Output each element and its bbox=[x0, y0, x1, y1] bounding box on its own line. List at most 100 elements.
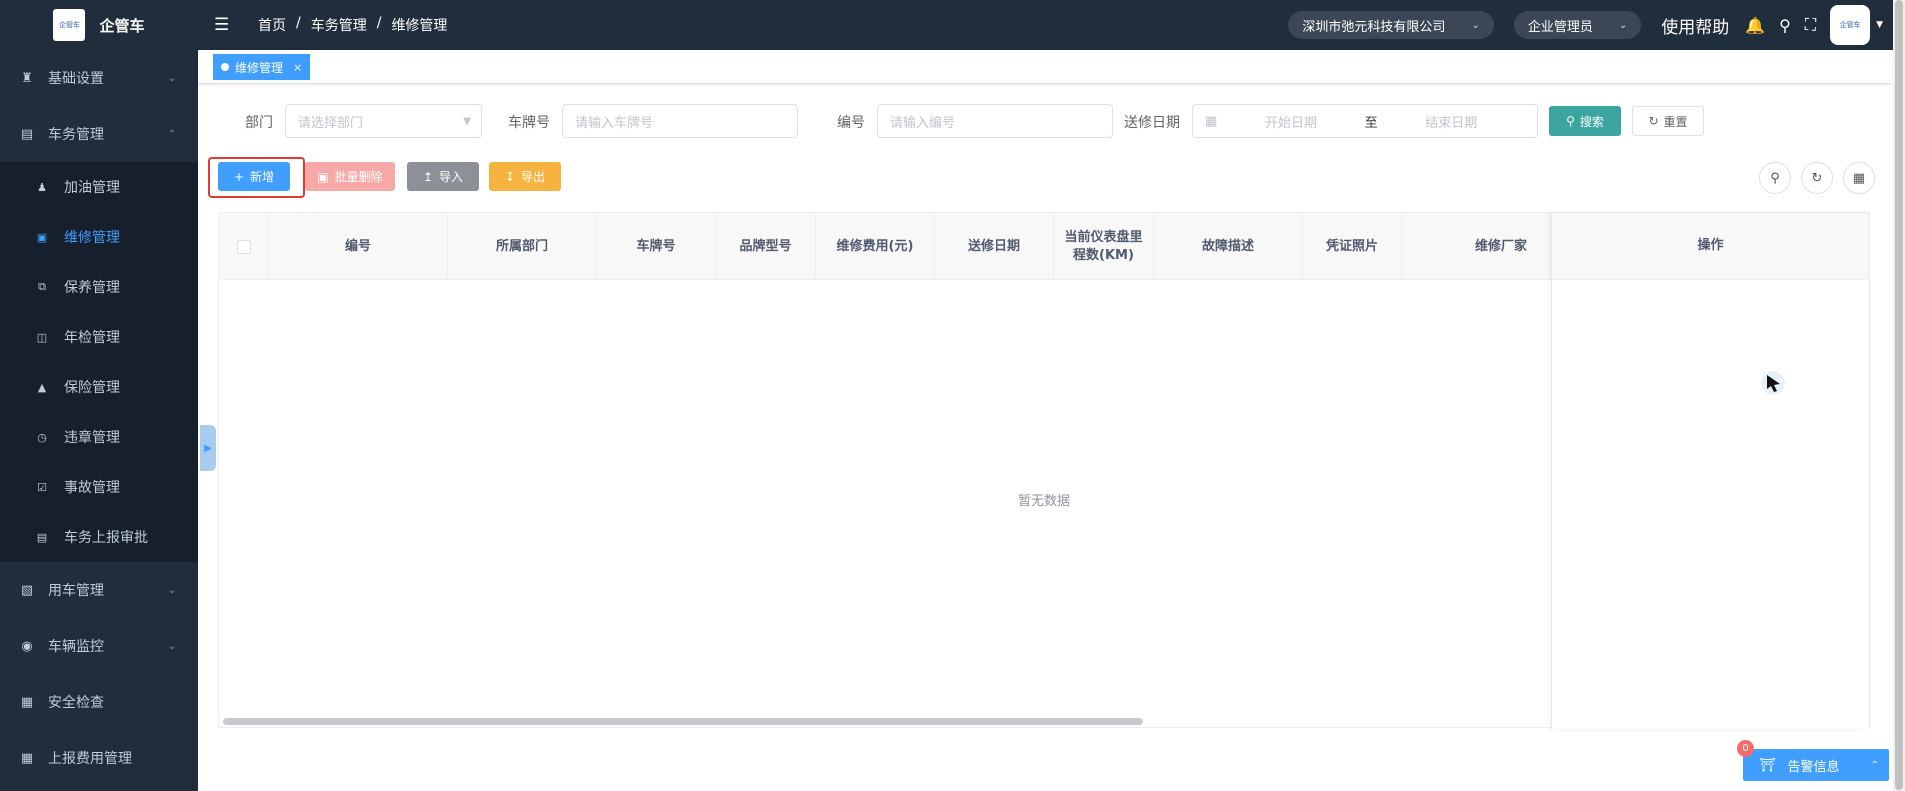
drawer-toggle[interactable]: ▶ bbox=[200, 425, 216, 471]
caret-down-icon[interactable]: ▼ bbox=[1876, 20, 1883, 30]
user-group-icon: ♜ bbox=[21, 70, 33, 86]
code-label: 编号 bbox=[837, 115, 865, 131]
sidebar-item-accident[interactable]: ☑ 事故管理 bbox=[0, 462, 198, 512]
column-header-code[interactable]: 编号 bbox=[269, 213, 448, 280]
start-date-placeholder[interactable]: 开始日期 bbox=[1265, 112, 1317, 131]
toggle-search-button[interactable]: ⚲ bbox=[1759, 162, 1791, 194]
code-input[interactable]: 请输入编号 bbox=[877, 104, 1113, 138]
help-link[interactable]: 使用帮助 bbox=[1661, 13, 1729, 38]
sidebar-item-maintenance[interactable]: ⧉ 保养管理 bbox=[0, 262, 198, 312]
topbar-right: 深圳市弛元科技有限公司 ⌄ 企业管理员 ⌄ 使用帮助 🔔 ⚲ ⛶ 企管车 ▼ bbox=[1288, 5, 1905, 45]
breadcrumb-current: 维修管理 bbox=[391, 18, 448, 34]
checkbox-icon: ☑ bbox=[37, 480, 47, 494]
import-button-label: 导入 bbox=[439, 170, 464, 184]
search-button[interactable]: ⚲ 搜索 bbox=[1549, 106, 1621, 136]
trash-icon: ▣ bbox=[317, 169, 329, 184]
chevron-down-icon: ⌄ bbox=[167, 584, 176, 596]
column-header-brand[interactable]: 品牌型号 bbox=[716, 213, 816, 280]
breadcrumb-vehicle-affairs[interactable]: 车务管理 bbox=[311, 15, 367, 35]
code-input-placeholder: 请输入编号 bbox=[890, 115, 956, 131]
column-header-plate[interactable]: 车牌号 bbox=[597, 213, 716, 280]
chevron-down-icon: ⌄ bbox=[1618, 19, 1628, 31]
sidebar-item-repair[interactable]: ▣ 维修管理 bbox=[0, 212, 198, 262]
sidebar-item-vehicle-monitor[interactable]: ◉ 车辆监控 ⌄ bbox=[0, 618, 198, 674]
select-all-checkbox[interactable] bbox=[236, 239, 251, 254]
sidebar-item-annual-inspection[interactable]: ◫ 年检管理 bbox=[0, 312, 198, 362]
column-header-photo[interactable]: 凭证照片 bbox=[1303, 213, 1402, 280]
sidebar-item-vehicle-affairs[interactable]: ▤ 车务管理 ⌃ bbox=[0, 106, 198, 162]
column-header-fault[interactable]: 故障描述 bbox=[1154, 213, 1303, 280]
search-icon[interactable]: ⚲ bbox=[1779, 16, 1791, 35]
avatar[interactable]: 企管车 bbox=[1830, 5, 1871, 45]
tag-repair-management[interactable]: 维修管理 × bbox=[213, 54, 311, 80]
sidebar: 企管车 企管车 ♜ 基础设置 ⌄ ▤ 车务管理 ⌃ ♟ 加油管理 ▣ 维修管理 … bbox=[0, 0, 198, 791]
sidebar-item-refuel[interactable]: ♟ 加油管理 bbox=[0, 162, 198, 212]
alarm-widget[interactable]: 0 ⛩ 告警信息 ⌃ bbox=[1737, 740, 1889, 781]
column-header-dept[interactable]: 所属部门 bbox=[448, 213, 597, 280]
chevron-down-icon: ▼ bbox=[463, 115, 471, 127]
mouse-cursor-icon bbox=[1761, 371, 1785, 395]
vertical-scrollbar[interactable] bbox=[1893, 0, 1905, 791]
column-header-factory[interactable]: 维修厂家 bbox=[1402, 213, 1553, 280]
sidebar-item-label: 保养管理 bbox=[64, 280, 120, 296]
breadcrumb-home[interactable]: 首页 bbox=[258, 15, 286, 35]
car-book-icon: ▧ bbox=[20, 582, 34, 598]
plate-input[interactable]: 请输入车牌号 bbox=[562, 104, 798, 138]
sidebar-menu: ♜ 基础设置 ⌄ ▤ 车务管理 ⌃ ♟ 加油管理 ▣ 维修管理 ⧉ 保养管理 ◫ bbox=[0, 50, 198, 786]
bell-icon[interactable]: 🔔 bbox=[1745, 16, 1765, 35]
select-all-cell bbox=[219, 213, 269, 280]
plate-input-placeholder: 请输入车牌号 bbox=[575, 115, 654, 131]
search-button-label: 搜索 bbox=[1579, 114, 1604, 129]
action-column: 操作 bbox=[1551, 213, 1869, 729]
reset-button[interactable]: ↻ 重置 bbox=[1632, 106, 1704, 136]
hamburger-icon[interactable]: ☰ bbox=[214, 15, 238, 35]
globe-icon: ◉ bbox=[21, 638, 33, 654]
data-table: 编号 所属部门 车牌号 品牌型号 维修费用(元) 送修日期 当前仪表盘里程数(K… bbox=[218, 212, 1870, 729]
column-header-mileage[interactable]: 当前仪表盘里程数(KM) bbox=[1054, 213, 1154, 280]
sidebar-item-label: 用车管理 bbox=[48, 583, 104, 599]
search-icon: ⚲ bbox=[1770, 170, 1780, 186]
refresh-button[interactable]: ↻ bbox=[1801, 162, 1833, 194]
play-icon: ▶ bbox=[204, 442, 212, 454]
batch-delete-button[interactable]: ▣ 批量删除 bbox=[305, 162, 395, 191]
repair-date-range[interactable]: ▦ 开始日期 至 结束日期 bbox=[1192, 104, 1538, 138]
range-separator: 至 bbox=[1364, 115, 1378, 131]
column-header-repair-date[interactable]: 送修日期 bbox=[935, 213, 1054, 280]
sidebar-item-violation[interactable]: ◷ 违章管理 bbox=[0, 412, 198, 462]
sidebar-item-report-approval[interactable]: ▤ 车务上报审批 bbox=[0, 512, 198, 562]
dept-select[interactable]: 请选择部门 ▼ bbox=[285, 104, 482, 138]
end-date-placeholder[interactable]: 结束日期 bbox=[1425, 112, 1477, 131]
sidebar-item-safety-check[interactable]: ▦ 安全检查 bbox=[0, 674, 198, 730]
sidebar-item-label: 事故管理 bbox=[64, 480, 120, 496]
sidebar-item-expense-report[interactable]: ▦ 上报费用管理 bbox=[0, 730, 198, 786]
import-button[interactable]: ↥ 导入 bbox=[407, 162, 479, 191]
fullscreen-icon[interactable]: ⛶ bbox=[1805, 15, 1816, 35]
sidebar-item-insurance[interactable]: ▲ 保险管理 bbox=[0, 362, 198, 412]
alarm-count-badge: 0 bbox=[1737, 740, 1754, 757]
alarm-label: 告警信息 bbox=[1787, 759, 1840, 775]
sidebar-item-basic-settings[interactable]: ♜ 基础设置 ⌄ bbox=[0, 50, 198, 106]
columns-button[interactable]: ▦ bbox=[1843, 162, 1875, 194]
sidebar-item-vehicle-use[interactable]: ▧ 用车管理 ⌄ bbox=[0, 562, 198, 618]
highlight-box bbox=[208, 157, 305, 198]
tag-label: 维修管理 bbox=[235, 60, 284, 75]
toolbar: + 新增 ▣ 批量删除 ↥ 导入 ↧ 导出 ⚲ ↻ ▦ bbox=[198, 162, 1891, 194]
breadcrumb: 首页 / 车务管理 / 维修管理 bbox=[258, 15, 447, 35]
company-select[interactable]: 深圳市弛元科技有限公司 ⌄ bbox=[1288, 11, 1494, 39]
upload-icon: ↥ bbox=[422, 169, 434, 184]
scrollbar-thumb[interactable] bbox=[1895, 0, 1903, 790]
export-button[interactable]: ↧ 导出 bbox=[489, 162, 561, 191]
role-select[interactable]: 企业管理员 ⌄ bbox=[1513, 11, 1642, 39]
breadcrumb-separator: / bbox=[296, 15, 301, 31]
tags-view: 维修管理 × bbox=[198, 50, 1891, 84]
chevron-down-icon: ⌄ bbox=[167, 640, 176, 652]
horizontal-scrollbar[interactable] bbox=[223, 718, 1143, 725]
close-icon[interactable]: × bbox=[293, 61, 302, 74]
column-header-cost[interactable]: 维修费用(元) bbox=[816, 213, 935, 280]
export-button-label: 导出 bbox=[521, 170, 546, 184]
download-icon: ↧ bbox=[504, 169, 516, 184]
logo-image: 企管车 bbox=[53, 9, 86, 41]
sidebar-item-label: 基础设置 bbox=[48, 71, 104, 87]
empty-text: 暂无数据 bbox=[1017, 494, 1070, 509]
sidebar-item-label: 车务上报审批 bbox=[64, 530, 148, 546]
